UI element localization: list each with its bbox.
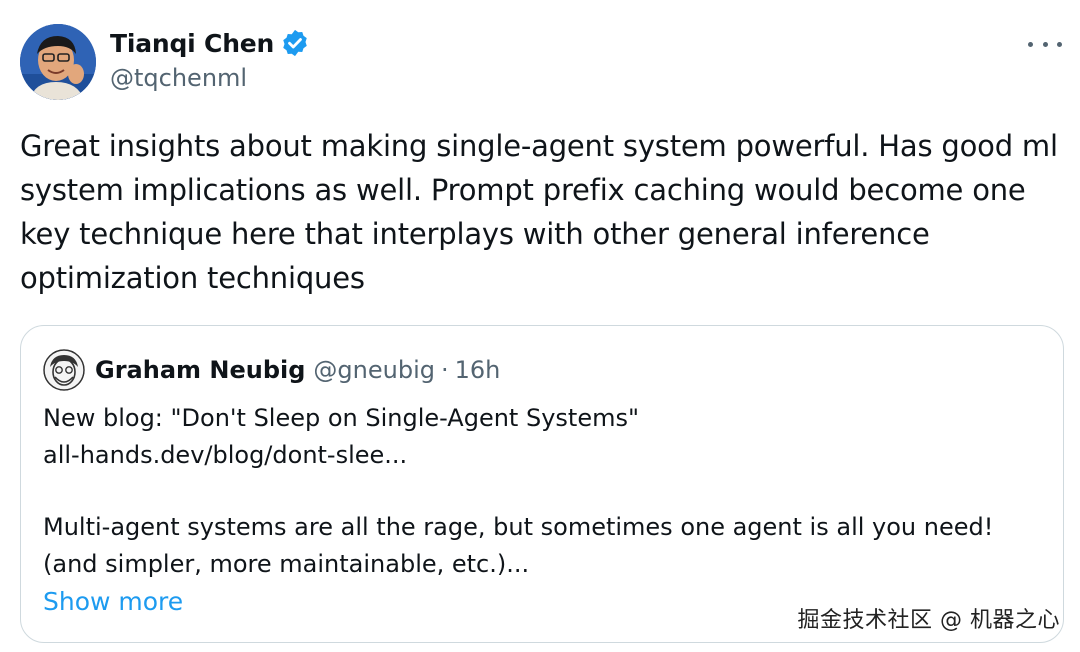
dot (1057, 41, 1062, 47)
quoted-line: (and simpler, more maintainable, etc.)..… (43, 550, 530, 578)
quoted-tweet-body: New blog: "Don't Sleep on Single-Agent S… (43, 400, 1043, 620)
quoted-line: Multi-agent systems are all the rage, bu… (43, 513, 994, 541)
quoted-line: New blog: "Don't Sleep on Single-Agent S… (43, 404, 640, 432)
more-dots-icon[interactable] (1028, 34, 1062, 54)
meta-separator: · (440, 356, 449, 384)
quoted-author-name[interactable]: Graham Neubig (95, 356, 305, 384)
tweet-text: Great insights about making single-agent… (20, 129, 1058, 295)
tweet-card: Tianqi Chen @tqchenml Great insights abo… (0, 0, 1080, 652)
quoted-timestamp[interactable]: 16h (455, 356, 501, 384)
dot (1042, 41, 1048, 47)
quoted-author-handle[interactable]: @gneubig (313, 356, 435, 384)
author-avatar[interactable] (20, 24, 96, 100)
author-name-row: Tianqi Chen (110, 26, 310, 60)
quoted-tweet-header: Graham Neubig @gneubig · 16h (43, 349, 501, 391)
verified-badge-icon[interactable] (280, 28, 310, 58)
quoted-author-avatar[interactable] (43, 349, 85, 391)
dot (1028, 41, 1033, 47)
author-block: Tianqi Chen @tqchenml (110, 26, 310, 92)
quoted-link[interactable]: all-hands.dev/blog/dont-slee... (43, 437, 1043, 474)
author-handle[interactable]: @tqchenml (110, 64, 310, 92)
author-name[interactable]: Tianqi Chen (110, 29, 274, 58)
watermark: 掘金技术社区 @ 机器之心 (797, 608, 1060, 633)
quoted-tweet[interactable]: Graham Neubig @gneubig · 16h New blog: "… (20, 325, 1064, 643)
